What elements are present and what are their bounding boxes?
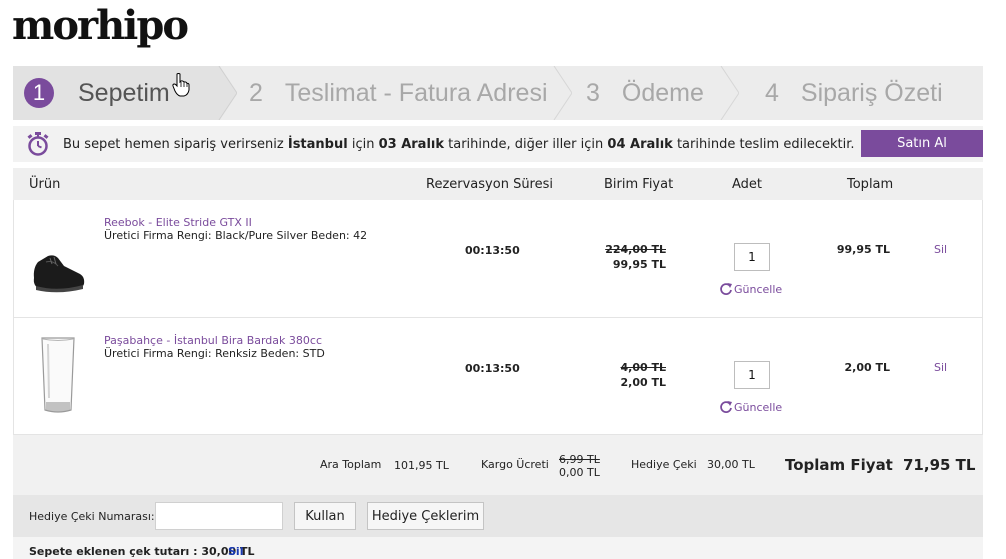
step-separator (217, 66, 237, 120)
gift-voucher-number-label: Hediye Çeki Numarası: (29, 510, 155, 523)
stopwatch-icon (27, 132, 49, 156)
step-label: Sipariş Özeti (800, 78, 943, 107)
row-total: 99,95 TL (836, 243, 890, 256)
glass-image[interactable] (28, 336, 88, 416)
hand-cursor-icon (172, 73, 190, 97)
reservation-time: 00:13:50 (465, 362, 520, 375)
step-separator (720, 66, 739, 120)
gift-voucher-bar: Hediye Çeki Numarası: Kullan Hediye Çekl… (13, 495, 983, 537)
header-unit-price: Birim Fiyat (604, 177, 674, 192)
product-name-link[interactable]: Paşabahçe - İstanbul Bira Bardak 380cc (104, 334, 322, 347)
step-number: 2 (249, 78, 263, 107)
shipping-label: Kargo Ücreti (481, 458, 549, 471)
step-siparis-ozeti[interactable]: 4 Sipariş Özeti (765, 66, 943, 120)
header-reservation: Rezervasyon Süresi (426, 177, 553, 192)
step-teslimat[interactable]: 2 Teslimat - Fatura Adresi (249, 66, 548, 120)
table-row: Paşabahçe - İstanbul Bira Bardak 380cc Ü… (14, 317, 982, 434)
product-attributes: Üretici Firma Rengi: Black/Pure Silver B… (104, 229, 368, 242)
checkout-steps: 1 Sepetim 2 Teslimat - Fatura Adresi 3 Ö… (13, 66, 983, 120)
step-number: 3 (586, 78, 600, 107)
quantity-input[interactable] (734, 361, 770, 389)
step-number: 1 (24, 78, 54, 108)
delivery-info-bar: Bu sepet hemen sipariş verirseniz İstanb… (13, 126, 983, 162)
row-total: 2,00 TL (844, 361, 890, 374)
reservation-time: 00:13:50 (465, 244, 520, 257)
subtotal-value: 101,95 TL (394, 459, 449, 472)
delivery-message: Bu sepet hemen sipariş verirseniz İstanb… (63, 136, 855, 152)
unit-price: 99,95 TL (612, 258, 666, 271)
step-separator (553, 66, 572, 120)
delete-link[interactable]: Sil (934, 243, 947, 256)
subtotal-label: Ara Toplam (320, 458, 382, 471)
update-button[interactable]: Güncelle (719, 400, 782, 414)
delivery-date-istanbul: 03 Aralık (378, 136, 444, 152)
shipping-old-value: 6,99 TL (559, 453, 600, 466)
update-label: Güncelle (734, 400, 783, 414)
remove-voucher-link[interactable]: Sil (228, 545, 243, 558)
gift-voucher-value: 30,00 TL (707, 458, 755, 471)
update-label: Güncelle (734, 282, 783, 296)
header-total: Toplam (847, 177, 894, 192)
cart-items: Reebok - Elite Stride GTX II Üretici Fir… (13, 200, 983, 435)
morhipo-logo[interactable]: morhipo (12, 2, 189, 49)
unit-price: 2,00 TL (620, 376, 666, 389)
shoe-image[interactable] (28, 222, 88, 302)
step-label: Sepetim (78, 78, 170, 107)
gift-voucher-label: Hediye Çeki (631, 458, 697, 471)
delivery-city: İstanbul (287, 136, 348, 152)
grand-total-label: Toplam Fiyat (785, 456, 893, 474)
my-vouchers-button[interactable]: Hediye Çeklerim (367, 502, 484, 530)
quantity-input[interactable] (734, 243, 770, 271)
cart-table-header: Ürün Rezervasyon Süresi Birim Fiyat Adet… (13, 168, 983, 200)
applied-voucher-line: Sepete eklenen çek tutarı : 30,00 TL Sil (13, 537, 983, 559)
delivery-date-other: 04 Aralık (607, 136, 673, 152)
gift-voucher-input[interactable] (155, 502, 283, 530)
header-qty: Adet (732, 177, 763, 192)
header-product: Ürün (29, 177, 61, 192)
shipping-value: 0,00 TL (559, 466, 600, 479)
step-number: 4 (765, 78, 779, 107)
old-price: 4,00 TL (620, 361, 666, 374)
refresh-icon (720, 401, 732, 413)
step-odeme[interactable]: 3 Ödeme (586, 66, 704, 120)
product-attributes: Üretici Firma Rengi: Renksiz Beden: STD (104, 347, 325, 360)
delete-link[interactable]: Sil (934, 361, 947, 374)
use-voucher-button[interactable]: Kullan (294, 502, 356, 530)
refresh-icon (720, 283, 732, 295)
buy-button[interactable]: Satın Al (861, 130, 983, 157)
old-price: 224,00 TL (605, 243, 666, 256)
applied-voucher-text: Sepete eklenen çek tutarı : 30,00 TL (29, 545, 255, 558)
order-totals: Ara Toplam 101,95 TL Kargo Ücreti 6,99 T… (13, 435, 983, 495)
product-name-link[interactable]: Reebok - Elite Stride GTX II (104, 216, 252, 229)
step-label: Teslimat - Fatura Adresi (284, 78, 548, 107)
grand-total-value: 71,95 TL (903, 456, 976, 474)
update-button[interactable]: Güncelle (719, 282, 782, 296)
table-row: Reebok - Elite Stride GTX II Üretici Fir… (14, 200, 982, 317)
step-label: Ödeme (621, 78, 704, 107)
